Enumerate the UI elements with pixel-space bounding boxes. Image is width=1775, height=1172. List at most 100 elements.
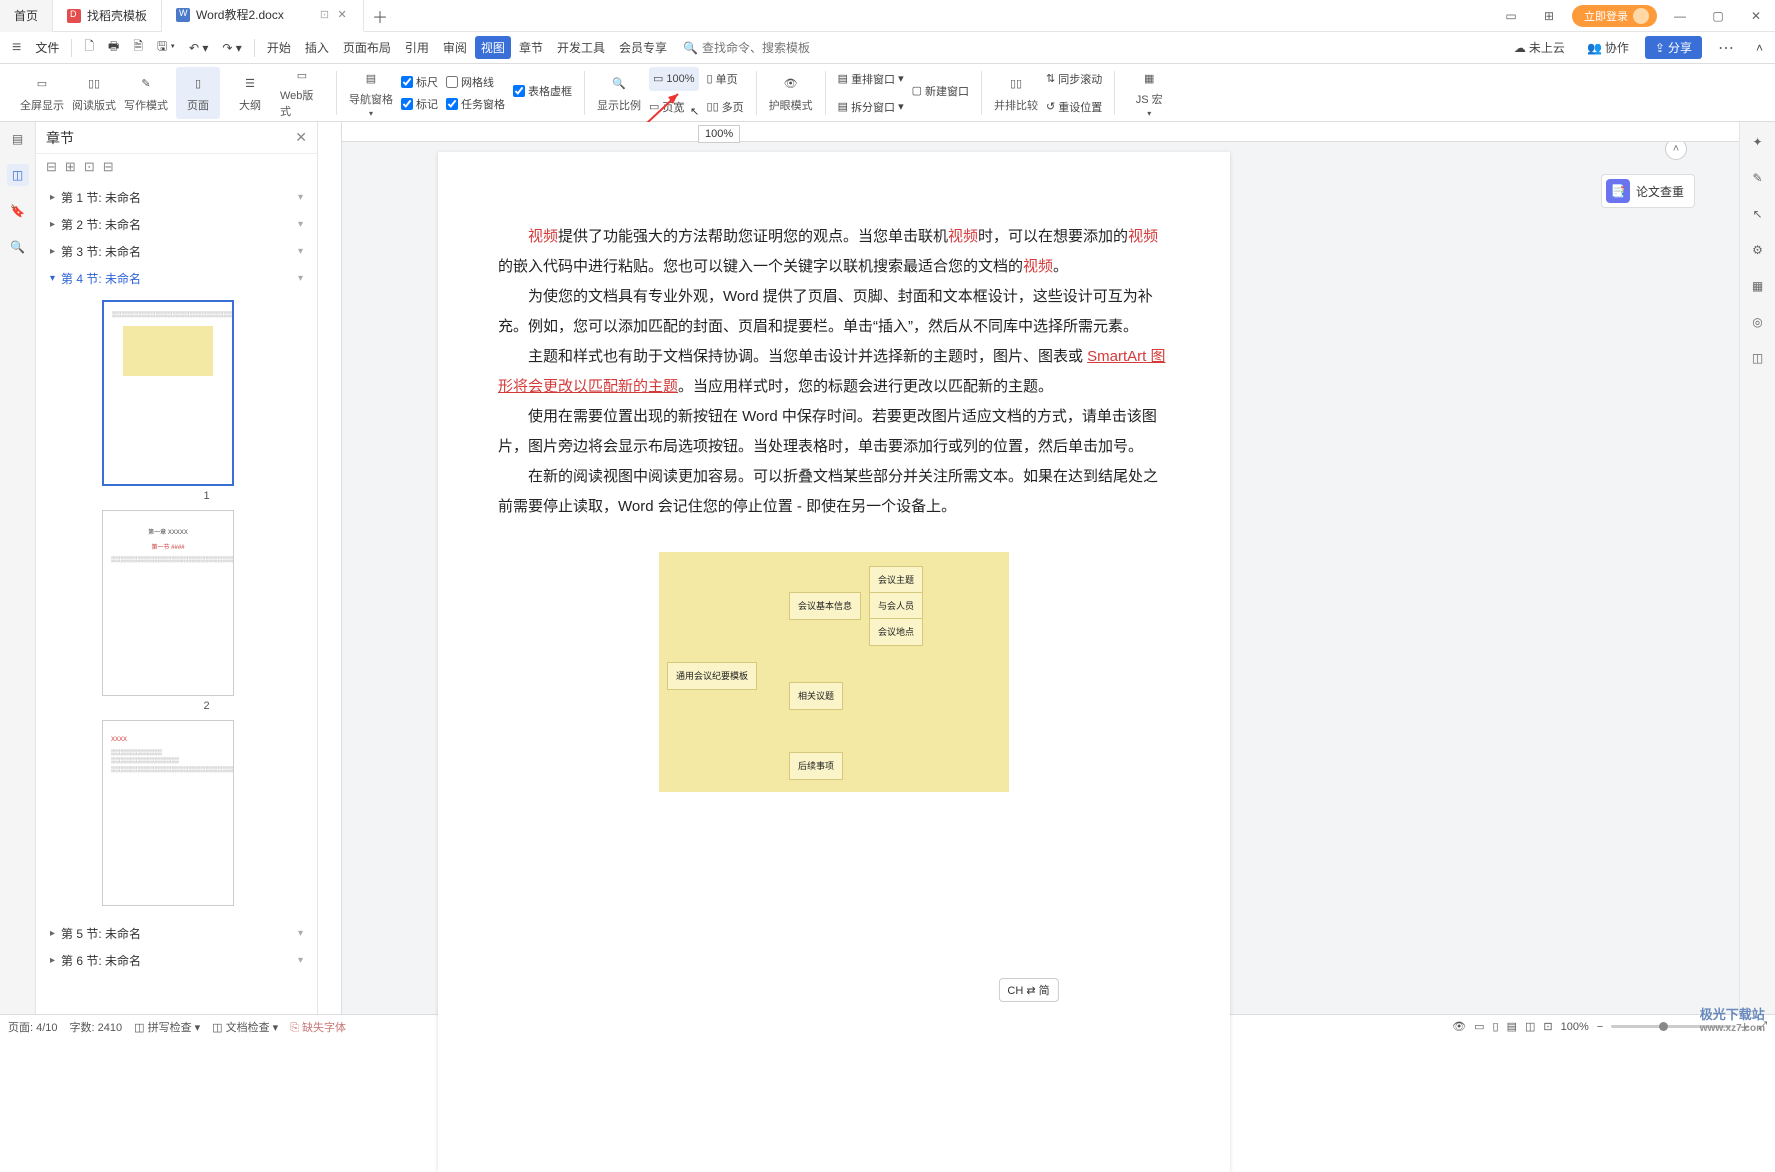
coop-button[interactable]: 👥 协作 bbox=[1581, 36, 1635, 59]
ribbon-single-page[interactable]: ▯ 单页 bbox=[707, 67, 744, 91]
status-page[interactable]: 页面: 4/10 bbox=[8, 1019, 58, 1035]
zoom-label[interactable]: 100% bbox=[1561, 1021, 1589, 1033]
leftnav-search-icon[interactable]: 🔍 bbox=[7, 236, 29, 258]
tab-document[interactable]: Word教程2.docx ⊡ ✕ bbox=[162, 0, 364, 32]
ribbon-read-view[interactable]: ▯▯阅读版式 bbox=[72, 67, 116, 119]
toolbar-redo-icon[interactable]: ↷ ▾ bbox=[216, 38, 247, 58]
status-readmode-icon[interactable]: ▭ bbox=[1474, 1020, 1484, 1033]
chk-table-virtual[interactable]: 表格虚框 bbox=[513, 82, 572, 100]
menu-view[interactable]: 视图 bbox=[475, 36, 511, 59]
chk-marker[interactable]: 标记 bbox=[401, 95, 438, 113]
status-missing-font[interactable]: ⎘ 缺失字体 bbox=[290, 1019, 346, 1035]
ribbon-page-view[interactable]: ▯页面 bbox=[176, 67, 220, 119]
toolbar-undo-icon[interactable]: ↶ ▾ bbox=[183, 38, 214, 58]
menu-start[interactable]: 开始 bbox=[261, 36, 297, 59]
ribbon-pagewidth[interactable]: ▭ 页宽 bbox=[649, 95, 699, 119]
window-close-button[interactable]: ✕ bbox=[1741, 1, 1771, 31]
collapse-ribbon-icon[interactable]: ˄ bbox=[1750, 38, 1769, 58]
section-add-icon[interactable]: ⊞ bbox=[65, 159, 76, 175]
leftnav-doc-icon[interactable]: ▤ bbox=[7, 128, 29, 150]
paper-check-button[interactable]: 📑论文查重 bbox=[1601, 174, 1695, 208]
leftnav-bookmark-icon[interactable]: 🔖 bbox=[7, 200, 29, 222]
status-pageview-icon[interactable]: ▯ bbox=[1493, 1020, 1499, 1033]
menu-chapter[interactable]: 章节 bbox=[513, 36, 549, 59]
window-minimize-button[interactable]: — bbox=[1665, 1, 1695, 31]
command-search[interactable]: 🔍 bbox=[683, 41, 842, 55]
section-collapse-icon[interactable]: ⊟ bbox=[46, 159, 57, 175]
ribbon-eyecare[interactable]: 👁护眼模式 bbox=[769, 67, 813, 119]
rail-select-icon[interactable]: ↖ bbox=[1748, 204, 1768, 224]
ime-switcher[interactable]: CH ⇄ 简 bbox=[998, 978, 1058, 1002]
page-thumbnail-1[interactable]: ░░░░░░░░░░░░░░░░░░░░░░░░░░░░░░░░░░░░░░░░… bbox=[102, 300, 234, 486]
ribbon-zoom[interactable]: 🔍显示比例 bbox=[597, 67, 641, 119]
menu-file[interactable]: 文件 bbox=[29, 36, 65, 59]
ribbon-write-mode[interactable]: ✎写作模式 bbox=[124, 67, 168, 119]
status-words[interactable]: 字数: 2410 bbox=[70, 1019, 123, 1035]
login-button[interactable]: 立即登录 bbox=[1572, 5, 1657, 27]
status-eye-icon[interactable]: 👁 bbox=[1452, 1020, 1466, 1033]
document-page[interactable]: 视频提供了功能强大的方法帮助您证明您的观点。当您单击联机视频时，可以在想要添加的… bbox=[438, 152, 1230, 1172]
toolbar-new-icon[interactable]: 🗋 bbox=[78, 34, 100, 61]
status-zoom-fit-icon[interactable]: ⊡ bbox=[1543, 1020, 1552, 1033]
ribbon-rearrange[interactable]: ▤ 重排窗口 ▾ bbox=[838, 67, 904, 91]
rail-location-icon[interactable]: ◎ bbox=[1748, 312, 1768, 332]
tab-home[interactable]: 首页 bbox=[0, 0, 53, 32]
ribbon-web-view[interactable]: ▭Web版式 bbox=[280, 67, 324, 119]
chk-ruler[interactable]: 标尺 bbox=[401, 73, 438, 91]
ribbon-split[interactable]: ▤ 拆分窗口 ▾ bbox=[838, 95, 904, 119]
menu-reference[interactable]: 引用 bbox=[399, 36, 435, 59]
vertical-ruler[interactable] bbox=[318, 122, 342, 1014]
rail-layers-icon[interactable]: ▦ bbox=[1748, 276, 1768, 296]
menu-hamburger-icon[interactable]: ≡ bbox=[6, 36, 27, 60]
status-doccheck[interactable]: ◫ 文档检查 ▾ bbox=[212, 1019, 278, 1035]
status-outline-icon[interactable]: ◫ bbox=[1525, 1020, 1535, 1033]
menu-review[interactable]: 审阅 bbox=[437, 36, 473, 59]
window-maximize-button[interactable]: ▢ bbox=[1703, 1, 1733, 31]
toolbar-print-icon[interactable]: 🖶 bbox=[102, 34, 125, 61]
section-item-6[interactable]: ▸第 6 节: 未命名▾ bbox=[42, 947, 311, 974]
menu-layout[interactable]: 页面布局 bbox=[337, 36, 397, 59]
rail-settings-icon[interactable]: ⚙ bbox=[1748, 240, 1768, 260]
zoom-out-button[interactable]: − bbox=[1597, 1021, 1603, 1033]
ribbon-100pct[interactable]: ▭ 100% bbox=[649, 67, 699, 91]
toolbar-preview-icon[interactable]: 🗎 bbox=[127, 34, 149, 61]
section-item-2[interactable]: ▸第 2 节: 未命名▾ bbox=[42, 211, 311, 238]
menu-dev[interactable]: 开发工具 bbox=[551, 36, 611, 59]
tab-template[interactable]: 找稻壳模板 bbox=[53, 0, 162, 32]
tab-add-button[interactable]: ＋ bbox=[364, 0, 396, 32]
rail-edit-icon[interactable]: ✎ bbox=[1748, 168, 1768, 188]
ribbon-newwindow[interactable]: ▢ 新建窗口 bbox=[912, 79, 969, 103]
menu-insert[interactable]: 插入 bbox=[299, 36, 335, 59]
tab-close-button[interactable]: ✕ bbox=[335, 8, 349, 22]
share-button[interactable]: ⇪ 分享 bbox=[1645, 36, 1702, 59]
toolbar-save-icon[interactable]: 🖫 ▾ bbox=[151, 34, 181, 61]
leftnav-sections-icon[interactable]: ◫ bbox=[7, 164, 29, 186]
section-delete-icon[interactable]: ⊟ bbox=[103, 159, 114, 175]
section-insert-icon[interactable]: ⊡ bbox=[84, 159, 95, 175]
chapter-pane-close[interactable]: ✕ bbox=[295, 129, 307, 146]
ribbon-jsmacro[interactable]: ▦JS 宏▾ bbox=[1127, 67, 1171, 119]
page-thumbnail-3[interactable]: XXXX ░░░░░░░░░░░░░░░░░░░░░░░░░░░░░░░░░░░… bbox=[102, 720, 234, 906]
rail-ai-icon[interactable]: ✦ bbox=[1748, 132, 1768, 152]
page-thumbnail-2[interactable]: 第一章 XXXXX 第一节 #### ░░░░░░░░░░░░░░░░░░░░░… bbox=[102, 510, 234, 696]
status-webview-icon[interactable]: ▤ bbox=[1507, 1020, 1517, 1033]
section-item-4[interactable]: ▾第 4 节: 未命名▾ bbox=[42, 265, 311, 292]
tab-overflow-icon[interactable]: ⊡ bbox=[320, 8, 329, 21]
app-grid-icon[interactable]: ⊞ bbox=[1534, 1, 1564, 31]
menu-vip[interactable]: 会员专享 bbox=[613, 36, 673, 59]
ribbon-multi-page[interactable]: ▯▯ 多页 bbox=[707, 95, 744, 119]
search-input[interactable] bbox=[702, 41, 842, 55]
ribbon-fullscreen[interactable]: ▭全屏显示 bbox=[20, 67, 64, 119]
horizontal-ruler[interactable] bbox=[342, 122, 1739, 142]
chk-grid[interactable]: 网格线 bbox=[446, 73, 505, 91]
section-item-5[interactable]: ▸第 5 节: 未命名▾ bbox=[42, 920, 311, 947]
section-item-3[interactable]: ▸第 3 节: 未命名▾ bbox=[42, 238, 311, 265]
status-spellcheck[interactable]: ◫ 拼写检查 ▾ bbox=[134, 1019, 200, 1035]
cloud-status[interactable]: ☁ 未上云 bbox=[1508, 36, 1571, 59]
reading-layout-icon[interactable]: ▭ bbox=[1496, 1, 1526, 31]
section-item-1[interactable]: ▸第 1 节: 未命名▾ bbox=[42, 184, 311, 211]
rail-sidebar-icon[interactable]: ◫ bbox=[1748, 348, 1768, 368]
ribbon-nav-pane[interactable]: ▤导航窗格▾ bbox=[349, 67, 393, 119]
more-menu-icon[interactable]: ⋯ bbox=[1712, 35, 1740, 61]
ribbon-outline[interactable]: ☰大纲 bbox=[228, 67, 272, 119]
